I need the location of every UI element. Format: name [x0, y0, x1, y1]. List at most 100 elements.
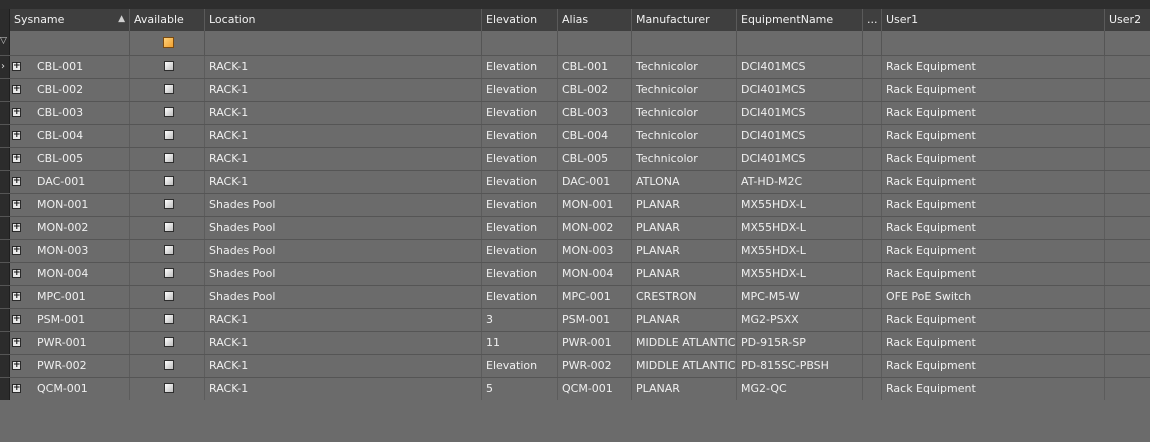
cell-alias[interactable]: MPC-001 — [558, 286, 632, 308]
cell-location[interactable]: Shades Pool — [205, 217, 482, 239]
cell-user2[interactable] — [1105, 263, 1150, 285]
available-checkbox[interactable] — [164, 84, 174, 94]
cell-manufacturer[interactable]: MIDDLE ATLANTIC — [632, 332, 737, 354]
cell-user2[interactable] — [1105, 125, 1150, 147]
table-row[interactable]: + MON-001 Shades Pool Elevation MON-001 PLANA… — [0, 194, 1150, 217]
cell-available[interactable] — [130, 240, 205, 262]
row-selector[interactable] — [0, 286, 10, 308]
cell-available[interactable] — [130, 79, 205, 101]
cell-location[interactable]: RACK-1 — [205, 355, 482, 377]
cell-location[interactable]: RACK-1 — [205, 56, 482, 78]
cell-alias[interactable]: MON-004 — [558, 263, 632, 285]
cell-sysname[interactable]: PSM-001 — [10, 309, 130, 331]
cell-more[interactable] — [863, 217, 882, 239]
filter-cell-user2[interactable] — [1105, 31, 1150, 55]
cell-sysname[interactable]: CBL-002 — [10, 79, 130, 101]
cell-sysname[interactable]: CBL-004 — [10, 125, 130, 147]
cell-more[interactable] — [863, 79, 882, 101]
row-selector[interactable] — [0, 171, 10, 193]
row-selector[interactable] — [0, 125, 10, 147]
cell-elevation[interactable]: 5 — [482, 378, 558, 400]
cell-location[interactable]: RACK-1 — [205, 378, 482, 400]
column-header-available[interactable]: Available — [130, 9, 205, 31]
cell-equipment[interactable]: PD-915R-SP — [737, 332, 863, 354]
column-header-equipmentname[interactable]: EquipmentName — [737, 9, 863, 31]
cell-available[interactable] — [130, 332, 205, 354]
cell-user2[interactable] — [1105, 378, 1150, 400]
cell-equipment[interactable]: MX55HDX-L — [737, 263, 863, 285]
table-row[interactable]: + PSM-001 RACK-1 3 PSM-001 PLANAR MG2-PSXX Rack… — [0, 309, 1150, 332]
cell-equipment[interactable]: MG2-QC — [737, 378, 863, 400]
available-checkbox[interactable] — [164, 291, 174, 301]
cell-location[interactable]: Shades Pool — [205, 194, 482, 216]
cell-user1[interactable]: Rack Equipment — [882, 309, 1105, 331]
cell-user1[interactable]: Rack Equipment — [882, 240, 1105, 262]
cell-location[interactable]: RACK-1 — [205, 79, 482, 101]
cell-more[interactable] — [863, 263, 882, 285]
cell-more[interactable] — [863, 102, 882, 124]
cell-available[interactable] — [130, 56, 205, 78]
cell-user1[interactable]: Rack Equipment — [882, 378, 1105, 400]
cell-manufacturer[interactable]: Technicolor — [632, 148, 737, 170]
cell-alias[interactable]: PSM-001 — [558, 309, 632, 331]
cell-available[interactable] — [130, 125, 205, 147]
cell-available[interactable] — [130, 286, 205, 308]
cell-sysname[interactable]: DAC-001 — [10, 171, 130, 193]
cell-more[interactable] — [863, 125, 882, 147]
table-row[interactable]: + DAC-001 RACK-1 Elevation DAC-001 ATLONA AT-H… — [0, 171, 1150, 194]
cell-elevation[interactable]: Elevation — [482, 217, 558, 239]
cell-user1[interactable]: Rack Equipment — [882, 355, 1105, 377]
cell-user2[interactable] — [1105, 171, 1150, 193]
cell-alias[interactable]: PWR-002 — [558, 355, 632, 377]
cell-equipment[interactable]: PD-815SC-PBSH — [737, 355, 863, 377]
available-checkbox[interactable] — [164, 268, 174, 278]
cell-user1[interactable]: Rack Equipment — [882, 56, 1105, 78]
cell-elevation[interactable]: Elevation — [482, 102, 558, 124]
cell-sysname[interactable]: MON-004 — [10, 263, 130, 285]
available-checkbox[interactable] — [164, 130, 174, 140]
cell-more[interactable] — [863, 332, 882, 354]
column-header-user1[interactable]: User1 — [882, 9, 1105, 31]
cell-alias[interactable]: CBL-005 — [558, 148, 632, 170]
table-row[interactable]: + MON-002 Shades Pool Elevation MON-002 PLANA… — [0, 217, 1150, 240]
cell-sysname[interactable]: CBL-005 — [10, 148, 130, 170]
available-checkbox[interactable] — [164, 383, 174, 393]
row-selector[interactable] — [0, 240, 10, 262]
cell-user2[interactable] — [1105, 217, 1150, 239]
cell-user1[interactable]: Rack Equipment — [882, 171, 1105, 193]
cell-more[interactable] — [863, 378, 882, 400]
column-header-elevation[interactable]: Elevation — [482, 9, 558, 31]
table-row[interactable]: + CBL-003 RACK-1 Elevation CBL-003 Technicolo… — [0, 102, 1150, 125]
cell-alias[interactable]: CBL-001 — [558, 56, 632, 78]
cell-user1[interactable]: Rack Equipment — [882, 79, 1105, 101]
cell-alias[interactable]: MON-002 — [558, 217, 632, 239]
cell-user1[interactable]: Rack Equipment — [882, 194, 1105, 216]
row-selector[interactable] — [0, 194, 10, 216]
cell-location[interactable]: RACK-1 — [205, 309, 482, 331]
cell-user2[interactable] — [1105, 332, 1150, 354]
cell-elevation[interactable]: Elevation — [482, 286, 558, 308]
cell-equipment[interactable]: AT-HD-M2C — [737, 171, 863, 193]
table-row[interactable]: + PWR-001 RACK-1 11 PWR-001 MIDDLE ATLANTIC PD… — [0, 332, 1150, 355]
cell-alias[interactable]: PWR-001 — [558, 332, 632, 354]
cell-manufacturer[interactable]: PLANAR — [632, 217, 737, 239]
cell-manufacturer[interactable]: PLANAR — [632, 378, 737, 400]
available-checkbox[interactable] — [164, 222, 174, 232]
row-selector[interactable] — [0, 355, 10, 377]
filter-cell-manufacturer[interactable] — [632, 31, 737, 55]
cell-location[interactable]: Shades Pool — [205, 263, 482, 285]
column-header-alias[interactable]: Alias — [558, 9, 632, 31]
available-checkbox[interactable] — [164, 245, 174, 255]
cell-available[interactable] — [130, 378, 205, 400]
cell-location[interactable]: Shades Pool — [205, 240, 482, 262]
cell-sysname[interactable]: QCM-001 — [10, 378, 130, 400]
cell-manufacturer[interactable]: Technicolor — [632, 125, 737, 147]
cell-alias[interactable]: DAC-001 — [558, 171, 632, 193]
cell-user2[interactable] — [1105, 102, 1150, 124]
table-row[interactable]: + MON-004 Shades Pool Elevation MON-004 PLANA… — [0, 263, 1150, 286]
cell-location[interactable]: RACK-1 — [205, 125, 482, 147]
cell-sysname[interactable]: MPC-001 — [10, 286, 130, 308]
cell-manufacturer[interactable]: Technicolor — [632, 56, 737, 78]
table-row[interactable]: + CBL-004 RACK-1 Elevation CBL-004 Technicolo… — [0, 125, 1150, 148]
cell-sysname[interactable]: CBL-001 — [10, 56, 130, 78]
